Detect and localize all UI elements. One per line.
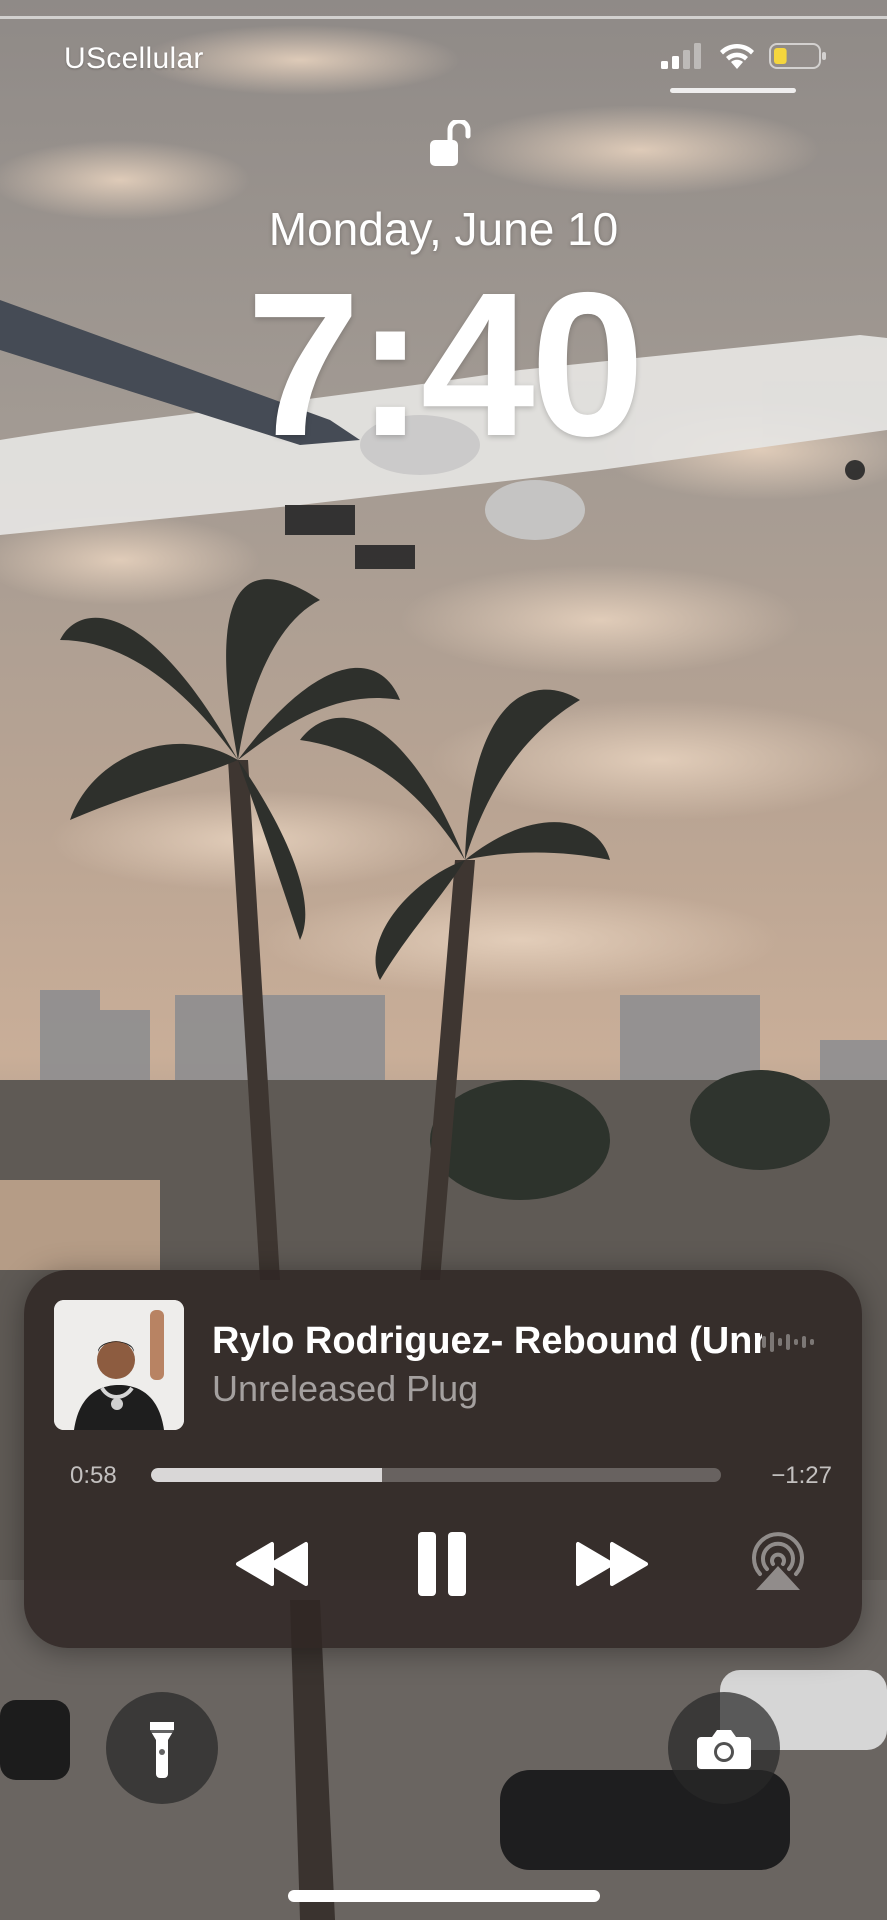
flashlight-button[interactable] xyxy=(106,1692,218,1804)
audio-waveform-icon xyxy=(762,1332,814,1352)
remaining-time: −1:27 xyxy=(771,1462,832,1489)
playback-progress-fill xyxy=(151,1468,382,1482)
pause-icon[interactable] xyxy=(414,1528,470,1600)
battery-icon xyxy=(769,43,826,69)
now-playing-widget[interactable]: Rylo Rodriguez- Rebound (Unreleased) Unr… xyxy=(24,1270,862,1648)
album-artwork-image xyxy=(54,1300,184,1430)
unlocked-lock-icon xyxy=(430,120,471,166)
rewind-icon[interactable] xyxy=(234,1540,310,1588)
elapsed-time: 0:58 xyxy=(70,1462,117,1489)
lock-screen-date: Monday, June 10 xyxy=(268,203,619,255)
camera-button[interactable] xyxy=(668,1692,780,1804)
camera-icon xyxy=(697,1730,751,1769)
album-artwork[interactable] xyxy=(54,1300,184,1430)
status-icons xyxy=(661,42,827,70)
wifi-icon xyxy=(720,43,754,69)
control-center-indicator[interactable] xyxy=(670,88,796,93)
fast-forward-icon[interactable] xyxy=(574,1540,650,1588)
carrier-name: UScellular xyxy=(64,42,204,75)
lock-screen-time: 7:40 xyxy=(246,250,644,479)
home-indicator[interactable] xyxy=(288,1890,600,1902)
flashlight-icon xyxy=(150,1722,174,1778)
cellular-signal-icon xyxy=(661,43,701,69)
track-artist: Unreleased Plug xyxy=(212,1368,479,1409)
playback-scrubber[interactable] xyxy=(151,1468,721,1482)
top-edge-line xyxy=(0,16,887,19)
track-title: Rylo Rodriguez- Rebound (Unreleased) xyxy=(212,1320,762,1362)
airplay-icon[interactable] xyxy=(748,1532,808,1592)
